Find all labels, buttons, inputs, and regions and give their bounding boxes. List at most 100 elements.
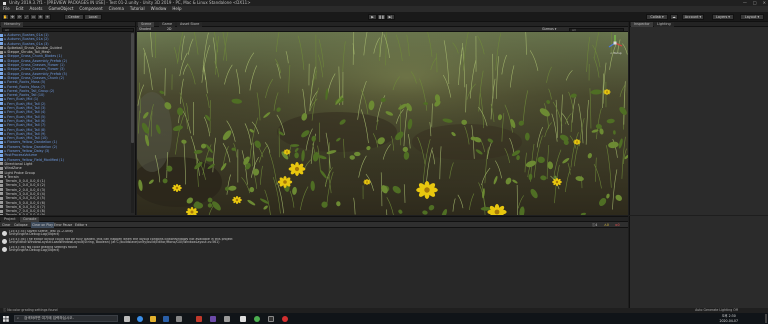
hierarchy-item[interactable]: Terrain_8_0-0_0-0_0 (9)	[0, 213, 135, 215]
scale-tool-button[interactable]: ⤢	[23, 14, 30, 20]
collab-button[interactable]: Collab ▾	[646, 14, 668, 20]
pivot-toggle[interactable]: Center	[64, 14, 84, 20]
account-dropdown[interactable]: Account ▾	[682, 14, 704, 20]
console-panel: Project Console Clear Collapse Clear on …	[0, 216, 628, 308]
gameobject-icon	[0, 97, 3, 101]
cloud-icon[interactable]: ☁	[670, 14, 678, 20]
log-entry[interactable]: [15:47:36] The editor layout could not b…	[0, 238, 628, 245]
log-entry[interactable]: [15:47:36] No color grading settings fou…	[0, 246, 628, 253]
terrain-foliage-render	[137, 32, 628, 215]
unity-editor-icon[interactable]	[268, 315, 274, 322]
gameobject-icon	[0, 37, 3, 41]
info-count[interactable]: ⓘ4	[592, 222, 597, 228]
clear-on-play-toggle[interactable]: Clear on Play	[31, 222, 54, 228]
gameobject-icon	[0, 123, 3, 127]
hierarchy-list: ▸ Autumn_Bushes_01a (1) ▸ Autumn_Bushes_0…	[0, 33, 135, 215]
gameobject-icon	[0, 72, 3, 76]
gameobject-icon	[0, 201, 3, 205]
app-icon-red[interactable]	[196, 315, 202, 322]
gameobject-icon	[0, 166, 3, 170]
hierarchy-scrollbar[interactable]	[131, 33, 134, 213]
show-desktop-button[interactable]	[765, 314, 767, 323]
scene-orientation-gizmo[interactable]: < Persp	[606, 34, 624, 56]
file-explorer-icon[interactable]	[150, 315, 156, 322]
gameobject-icon	[0, 50, 3, 54]
gameobject-icon	[0, 140, 3, 144]
warning-count[interactable]: ⚠0	[604, 222, 609, 228]
step-button[interactable]: ▶|	[386, 14, 395, 20]
gameobject-icon	[0, 175, 3, 179]
window-title: Unity 2019.3.7f1 - [PREVIEW PACKAGES IN …	[9, 0, 251, 5]
play-button[interactable]: ▶	[368, 14, 377, 20]
edge-browser-icon[interactable]	[137, 315, 143, 322]
scene-search-input[interactable]: All	[569, 27, 624, 32]
taskbar-search-input[interactable]: ⌕ 검색하려면 여기에 입력하십시오.	[14, 315, 118, 322]
gameobject-icon	[0, 179, 3, 183]
layers-dropdown[interactable]: Layers ▾	[712, 14, 734, 20]
steam-icon[interactable]	[163, 315, 169, 322]
gameobject-icon	[0, 106, 3, 110]
inspector-tabstrip: Inspector Lighting	[630, 22, 768, 27]
error-count-value: 0	[617, 223, 620, 227]
log-line-2: UnityEngine.Debug:Log(Object)	[9, 248, 60, 253]
windows-start-icon[interactable]	[3, 315, 9, 322]
tab-inspector[interactable]: Inspector	[631, 22, 653, 27]
pause-button[interactable]: ❚❚	[377, 14, 386, 20]
gameobject-icon	[0, 171, 3, 174]
gameobject-icon	[0, 42, 3, 46]
editor-dropdown[interactable]: Editor ▾	[75, 222, 87, 228]
taskbar-clock[interactable]: 오후 2:30 2020-04-07	[719, 314, 738, 323]
unity-hub-icon[interactable]	[176, 315, 182, 322]
hierarchy-search-input[interactable]: All	[2, 28, 134, 32]
search-icon: ⌕	[17, 316, 20, 320]
warning-count-value: 0	[606, 223, 609, 227]
gameobject-icon	[0, 158, 3, 162]
log-line-2: UnityEditor.WindowLayout:LoadWindowLayou…	[9, 240, 220, 245]
info-icon	[2, 239, 7, 244]
gameobject-icon	[0, 93, 3, 97]
gameobject-icon	[0, 162, 3, 166]
gameobject-icon	[0, 183, 3, 187]
gameobject-icon	[0, 188, 3, 192]
scene-render[interactable]	[137, 32, 628, 215]
hierarchy-item-label: Terrain_8_0-0_0-0_0 (9)	[5, 213, 46, 215]
app-icon-round-red[interactable]	[282, 315, 288, 322]
info-icon	[2, 231, 7, 236]
tab-lighting[interactable]: Lighting	[654, 22, 674, 27]
space-toggle[interactable]: Local	[84, 14, 102, 20]
gameobject-icon	[0, 192, 3, 196]
gameobject-icon	[0, 46, 3, 50]
perspective-label: < Persp	[610, 51, 622, 55]
move-tool-button[interactable]: ✥	[9, 14, 16, 20]
rotate-tool-button[interactable]: ⟳	[16, 14, 23, 20]
gameobject-icon	[0, 132, 3, 136]
photos-icon[interactable]	[240, 315, 246, 322]
hand-tool-button[interactable]: ✋	[2, 14, 9, 20]
gameobject-icon	[0, 149, 3, 153]
gameobject-icon	[0, 205, 3, 209]
app-icon-grey[interactable]	[224, 315, 230, 322]
rect-tool-button[interactable]: ▭	[30, 14, 37, 20]
layout-dropdown[interactable]: Layout ▾	[740, 14, 764, 20]
hierarchy-scroll-thumb[interactable]	[131, 33, 134, 143]
hierarchy-tabstrip: Hierarchy	[0, 22, 135, 27]
gameobject-icon	[0, 209, 3, 213]
task-view-icon[interactable]	[124, 315, 130, 322]
gameobject-icon	[0, 67, 3, 71]
error-count[interactable]: ⊗0	[615, 222, 620, 228]
gameobject-icon	[0, 119, 3, 123]
tab-hierarchy[interactable]: Hierarchy	[1, 22, 24, 27]
gameobject-icon	[0, 89, 3, 93]
scene-view: Scene Game Asset Store Shaded 2D Gizmos …	[137, 22, 628, 215]
info-count-value: 4	[595, 223, 598, 227]
collapse-button[interactable]: Collapse	[14, 222, 28, 228]
transform-tool-button[interactable]: ⊕	[37, 14, 44, 20]
app-icon-purple[interactable]	[210, 315, 216, 322]
chrome-icon[interactable]	[254, 315, 260, 322]
log-line-2: UnityEngine.Debug:Log(Object)	[9, 232, 60, 237]
error-pause-button[interactable]: Error Pause	[54, 222, 72, 228]
log-entry[interactable]: [15:47:35] Saved Scene: Test 01-2.unity …	[0, 230, 628, 237]
clear-button[interactable]: Clear	[2, 222, 10, 228]
custom-tool-button[interactable]: ✳	[44, 14, 51, 20]
windows-taskbar: ⌕ 검색하려면 여기에 입력하십시오. 오후 2:30 2020-04-07	[0, 313, 768, 324]
